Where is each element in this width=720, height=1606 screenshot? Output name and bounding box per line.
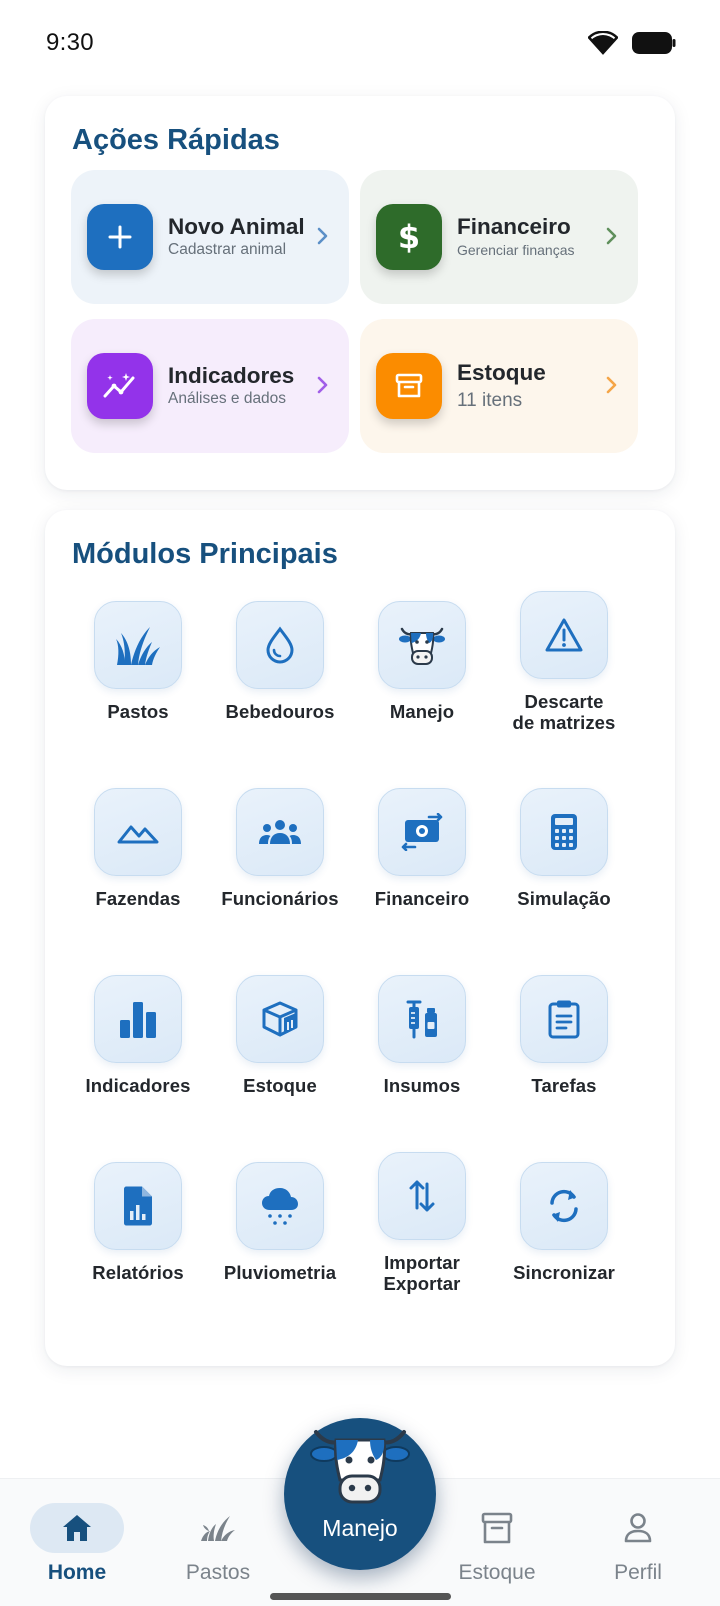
module-label: Pluviometria — [223, 1262, 337, 1283]
nav-perfil[interactable]: Perfil — [566, 1479, 710, 1606]
chevron-right-icon — [317, 376, 328, 394]
dollar-icon: $ — [376, 204, 442, 270]
money-exchange-icon — [378, 788, 466, 876]
archive-icon — [481, 1512, 513, 1544]
nav-pastos[interactable]: Pastos — [146, 1479, 290, 1606]
module-manejo[interactable]: Manejo — [350, 601, 494, 722]
quick-action-title: Indicadores — [168, 363, 295, 388]
home-icon — [63, 1515, 91, 1541]
module-insumos[interactable]: Insumos — [350, 975, 494, 1096]
wifi-icon — [588, 31, 618, 55]
module-sincronizar[interactable]: Sincronizar — [492, 1162, 636, 1283]
clipboard-icon — [520, 975, 608, 1063]
quick-action-subtitle: Gerenciar finanças — [457, 242, 575, 258]
module-fazendas[interactable]: Fazendas — [66, 788, 210, 909]
nav-label: Estoque — [458, 1561, 536, 1584]
module-importar-exportar[interactable]: Importar Exportar — [350, 1152, 494, 1294]
module-label: Indicadores — [85, 1075, 191, 1096]
module-label: Fazendas — [95, 888, 181, 909]
module-pastos[interactable]: Pastos — [66, 601, 210, 722]
nav-label: Pastos — [185, 1561, 251, 1584]
nav-label: Perfil — [614, 1561, 662, 1584]
quick-action-indicadores[interactable]: Indicadores Análises e dados — [71, 319, 349, 453]
calculator-icon — [520, 788, 608, 876]
module-relatorios[interactable]: Relatórios — [66, 1162, 210, 1283]
person-icon — [624, 1513, 652, 1543]
manejo-fab-button[interactable]: Manejo — [284, 1418, 436, 1570]
module-label: Simulação — [517, 888, 611, 909]
status-bar: 9:30 — [0, 0, 720, 86]
home-indicator — [270, 1593, 451, 1600]
quick-action-title: Novo Animal — [168, 214, 305, 239]
quick-action-estoque[interactable]: Estoque 11 itens — [360, 319, 638, 453]
quick-action-subtitle: Cadastrar animal — [168, 241, 287, 258]
module-estoque[interactable]: Estoque — [208, 975, 352, 1096]
fab-label: Manejo — [322, 1515, 398, 1541]
modules-title: Módulos Principais — [72, 538, 338, 570]
module-label: Manejo — [389, 701, 455, 722]
analytics-icon — [87, 353, 153, 419]
module-bebedouros[interactable]: Bebedouros — [208, 601, 352, 722]
module-label: Importar Exportar — [383, 1252, 461, 1294]
sync-icon — [520, 1162, 608, 1250]
water-drop-icon — [236, 601, 324, 689]
rain-icon — [236, 1162, 324, 1250]
grass-icon — [201, 1516, 235, 1541]
group-icon — [236, 788, 324, 876]
quick-action-subtitle: 11 itens — [457, 389, 523, 411]
quick-action-novo-animal[interactable]: Novo Animal Cadastrar animal — [71, 170, 349, 304]
chevron-right-icon — [606, 376, 617, 394]
module-label: Funcionários — [221, 888, 339, 909]
plus-icon — [87, 204, 153, 270]
quick-actions-title: Ações Rápidas — [72, 124, 280, 156]
chevron-right-icon — [606, 227, 617, 245]
nav-estoque[interactable]: Estoque — [425, 1479, 569, 1606]
bar-chart-icon — [94, 975, 182, 1063]
module-tarefas[interactable]: Tarefas — [492, 975, 636, 1096]
status-icons — [588, 31, 676, 55]
module-pluviometria[interactable]: Pluviometria — [208, 1162, 352, 1283]
module-label: Relatórios — [92, 1262, 184, 1283]
import-export-icon — [378, 1152, 466, 1240]
cow-icon — [310, 1430, 410, 1504]
nav-home[interactable]: Home — [5, 1479, 149, 1606]
warning-icon — [520, 591, 608, 679]
chevron-right-icon — [317, 227, 328, 245]
quick-actions-card: Ações Rápidas Novo Animal Cadastrar anim… — [45, 96, 675, 490]
nav-label: Home — [47, 1561, 107, 1584]
quick-action-financeiro[interactable]: $ Financeiro Gerenciar finanças — [360, 170, 638, 304]
module-label: Sincronizar — [513, 1262, 615, 1283]
module-financeiro[interactable]: Financeiro — [350, 788, 494, 909]
modules-card: Módulos Principais Pastos Bebedouros Man… — [45, 510, 675, 1366]
vaccine-icon — [378, 975, 466, 1063]
grass-icon — [94, 601, 182, 689]
battery-icon — [632, 32, 676, 54]
module-label: Descarte de matrizes — [512, 691, 616, 733]
module-label: Pastos — [107, 701, 169, 722]
module-descarte-de-matrizes[interactable]: Descarte de matrizes — [492, 591, 636, 733]
box-icon — [236, 975, 324, 1063]
module-label: Insumos — [383, 1075, 461, 1096]
cow-icon — [378, 601, 466, 689]
status-time: 9:30 — [46, 29, 94, 56]
quick-action-title: Estoque — [457, 359, 546, 385]
landscape-icon — [94, 788, 182, 876]
module-label: Bebedouros — [225, 701, 335, 722]
module-simulacao[interactable]: Simulação — [492, 788, 636, 909]
module-indicadores[interactable]: Indicadores — [66, 975, 210, 1096]
module-label: Estoque — [243, 1075, 317, 1096]
archive-icon — [376, 353, 442, 419]
quick-action-title: Financeiro — [457, 214, 571, 239]
report-icon — [94, 1162, 182, 1250]
module-label: Financeiro — [374, 888, 470, 909]
quick-action-subtitle: Análises e dados — [168, 390, 287, 407]
module-funcionarios[interactable]: Funcionários — [208, 788, 352, 909]
module-label: Tarefas — [531, 1075, 597, 1096]
